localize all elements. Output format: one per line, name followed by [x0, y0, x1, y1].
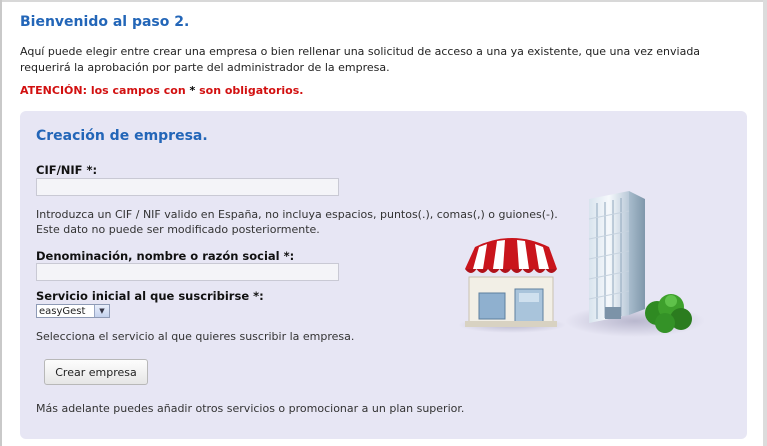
company-name-label: Denominación, nombre o razón social *:: [36, 249, 295, 263]
cif-label: CIF/NIF *:: [36, 163, 98, 177]
chevron-down-icon[interactable]: ▼: [94, 305, 109, 317]
window-left-border: [0, 0, 2, 446]
company-name-input[interactable]: [36, 263, 339, 281]
warning-prefix: ATENCIÓN: los campos con: [20, 84, 190, 97]
cif-hint-line2: Este dato no puede ser modificado poster…: [36, 223, 320, 236]
required-fields-warning: ATENCIÓN: los campos con * son obligator…: [20, 84, 303, 97]
window-right-border: [763, 0, 767, 446]
service-selected-value: easyGest: [39, 305, 86, 317]
cif-input[interactable]: [36, 178, 339, 196]
warning-suffix: son obligatorios.: [195, 84, 304, 97]
window-top-border: [0, 0, 767, 2]
panel-title: Creación de empresa.: [36, 128, 208, 144]
company-creation-panel: Creación de empresa. CIF/NIF *: Introduz…: [20, 111, 747, 439]
company-illustration: [458, 191, 705, 337]
create-company-button[interactable]: Crear empresa: [44, 359, 148, 385]
service-label: Servicio inicial al que suscribirse *:: [36, 289, 264, 303]
intro-text: Aquí puede elegir entre crear una empres…: [20, 45, 701, 74]
shop-icon: [458, 238, 566, 333]
service-hint: Selecciona el servicio al que quieres su…: [36, 330, 355, 343]
footer-note: Más adelante puedes añadir otros servici…: [36, 402, 465, 415]
page-title: Bienvenido al paso 2.: [20, 14, 190, 30]
service-select[interactable]: easyGest ▼: [36, 304, 110, 318]
